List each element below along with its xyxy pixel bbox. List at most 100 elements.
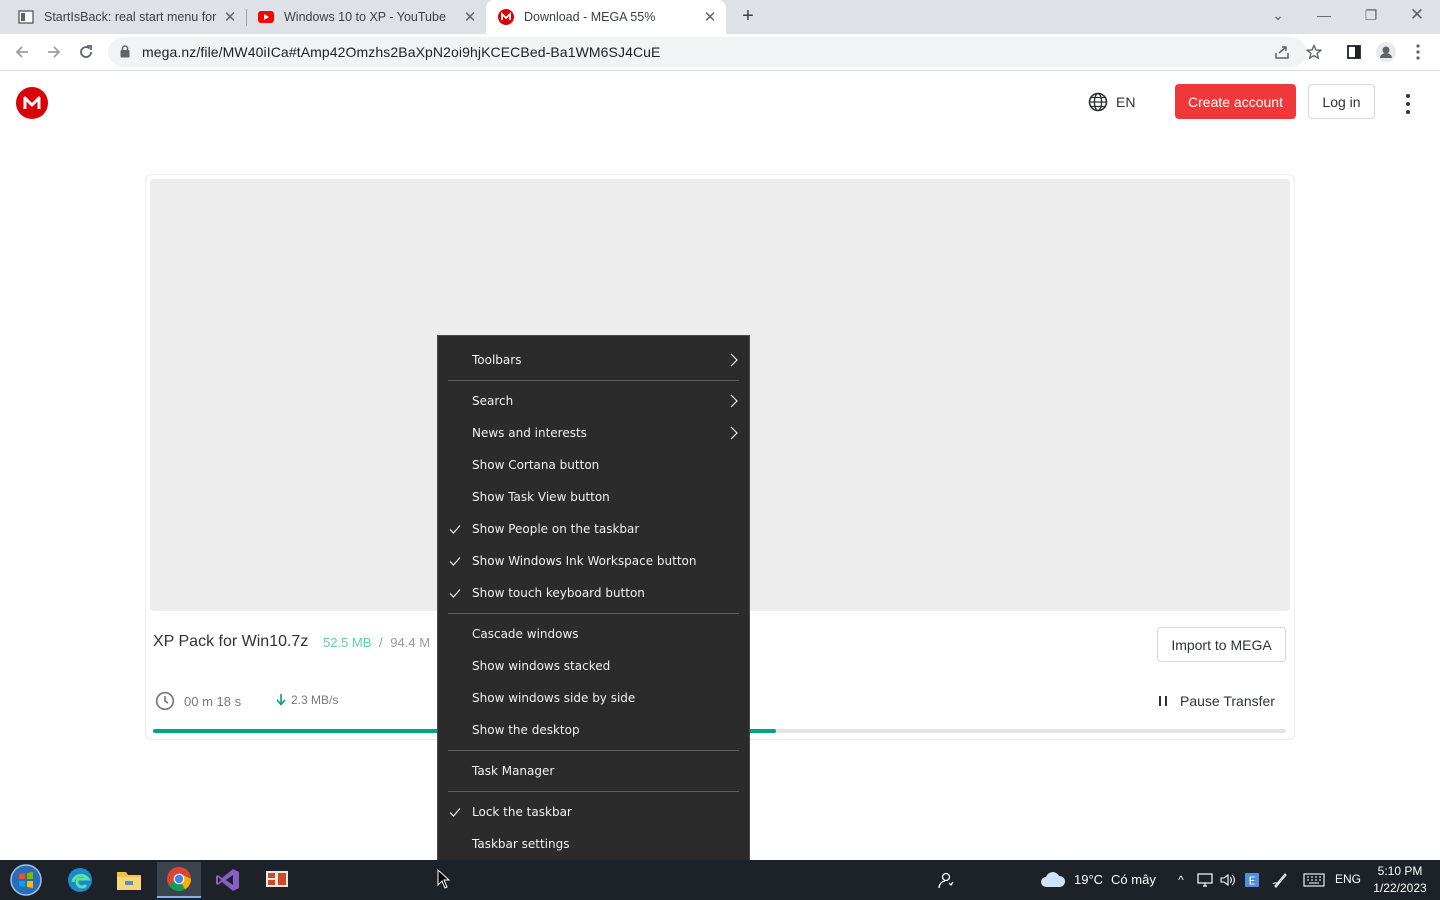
weather-condition: Có mây	[1111, 871, 1156, 887]
touch-keyboard-icon[interactable]	[1302, 872, 1326, 888]
close-window-icon[interactable]: ✕	[1394, 0, 1440, 30]
pause-transfer-button[interactable]: Pause Transfer	[1158, 693, 1275, 709]
menu-item-news-and-interests[interactable]: News and interests	[438, 417, 749, 449]
browser-tab-strip: StartIsBack: real start menu for W ✕ Win…	[0, 0, 1440, 34]
ime-icon[interactable]: E	[1243, 872, 1261, 888]
menu-separator	[448, 613, 739, 614]
lock-icon[interactable]	[120, 45, 130, 63]
new-tab-button[interactable]: +	[736, 5, 760, 29]
checkmark-icon	[449, 589, 461, 598]
more-options-icon[interactable]	[1398, 92, 1418, 116]
checkmark-icon	[449, 557, 461, 566]
menu-item-label: Toolbars	[472, 353, 522, 367]
chevron-right-icon	[730, 394, 738, 408]
login-button[interactable]: Log in	[1308, 84, 1375, 119]
app-icon[interactable]	[255, 862, 299, 898]
restore-icon[interactable]: ❐	[1348, 0, 1394, 30]
youtube-favicon	[258, 9, 274, 25]
menu-item-label: Show windows side by side	[472, 691, 636, 705]
mega-logo[interactable]	[16, 87, 48, 119]
chrome-menu-icon[interactable]	[1407, 41, 1429, 63]
menu-item-show-task-view-button[interactable]: Show Task View button	[438, 481, 749, 513]
menu-separator	[448, 791, 739, 792]
start-orb-icon[interactable]	[4, 862, 48, 898]
mega-favicon	[498, 9, 514, 25]
clock-icon	[155, 691, 175, 711]
file-size-progress: 52.5 MB / 94.4 M	[323, 635, 430, 650]
menu-item-toolbars[interactable]: Toolbars	[438, 344, 749, 376]
arrow-left-icon	[15, 46, 28, 58]
forward-button[interactable]	[41, 39, 67, 65]
downloaded-size: 52.5 MB	[323, 635, 372, 650]
tab-startisback[interactable]: StartIsBack: real start menu for W ✕	[0, 0, 246, 34]
menu-item-label: Task Manager	[472, 764, 555, 778]
globe-icon	[1088, 92, 1108, 112]
create-account-button[interactable]: Create account	[1175, 84, 1296, 119]
checkmark-icon	[449, 808, 461, 817]
menu-item-show-windows-stacked[interactable]: Show windows stacked	[438, 650, 749, 682]
edge-icon[interactable]	[58, 862, 102, 898]
language-code: EN	[1116, 94, 1136, 110]
address-bar[interactable]: mega.nz/file/MW40iICa#tAmp42Omzhs2BaXpN2…	[108, 37, 1306, 67]
checkmark-icon	[449, 525, 461, 534]
startisback-favicon	[18, 9, 34, 25]
taskbar-clock[interactable]: 5:10 PM 1/22/2023	[1366, 863, 1434, 897]
menu-item-show-windows-side-by-side[interactable]: Show windows side by side	[438, 682, 749, 714]
menu-item-label: Show windows stacked	[472, 659, 611, 673]
tab-mega[interactable]: Download - MEGA 55% ✕	[486, 0, 726, 34]
size-separator: /	[379, 635, 383, 650]
menu-item-label: Show People on the taskbar	[472, 522, 640, 536]
clock-time: 5:10 PM	[1377, 864, 1423, 878]
reload-button[interactable]	[73, 39, 99, 65]
menu-item-task-manager[interactable]: Task Manager	[438, 755, 749, 787]
bookmark-star-icon[interactable]	[1303, 41, 1325, 63]
menu-item-show-people-on-the-taskbar[interactable]: Show People on the taskbar	[438, 513, 749, 545]
menu-item-label: Taskbar settings	[472, 837, 570, 851]
chevron-right-icon	[730, 426, 738, 440]
tab-search-icon[interactable]: ⌄	[1255, 0, 1301, 30]
menu-item-lock-the-taskbar[interactable]: Lock the taskbar	[438, 796, 749, 828]
minimize-icon[interactable]: —	[1301, 0, 1347, 30]
chrome-icon[interactable]	[157, 862, 201, 898]
windows-ink-icon[interactable]	[1271, 872, 1289, 888]
menu-item-show-the-desktop[interactable]: Show the desktop	[438, 714, 749, 746]
mouse-cursor-icon	[437, 869, 451, 889]
menu-item-show-cortana-button[interactable]: Show Cortana button	[438, 449, 749, 481]
people-icon[interactable]	[935, 870, 955, 890]
close-tab-icon[interactable]: ✕	[700, 8, 720, 26]
arrow-down-icon	[276, 694, 286, 706]
menu-item-label: News and interests	[472, 426, 587, 440]
tab-title: StartIsBack: real start menu for W	[44, 10, 220, 24]
menu-item-show-windows-ink-workspace-button[interactable]: Show Windows Ink Workspace button	[438, 545, 749, 577]
show-hidden-icons-chevron-icon[interactable]: ^	[1172, 872, 1190, 888]
network-icon[interactable]	[1196, 872, 1214, 888]
language-selector[interactable]: EN	[1088, 92, 1135, 112]
menu-item-label: Show Cortana button	[472, 458, 600, 472]
volume-icon[interactable]	[1219, 872, 1237, 888]
news-and-interests-widget[interactable]: 19°C Có mây	[1040, 870, 1156, 888]
tab-youtube[interactable]: Windows 10 to XP - YouTube ✕	[240, 0, 486, 34]
time-remaining-text: 00 m 18 s	[184, 693, 242, 709]
side-panel-icon[interactable]	[1343, 41, 1365, 63]
visual-studio-icon[interactable]	[206, 862, 250, 898]
close-tab-icon[interactable]: ✕	[460, 8, 480, 26]
menu-item-label: Show touch keyboard button	[472, 586, 645, 600]
file-name: XP Pack for Win10.7z	[153, 633, 309, 650]
menu-item-search[interactable]: Search	[438, 385, 749, 417]
menu-separator	[448, 750, 739, 751]
menu-item-taskbar-settings[interactable]: Taskbar settings	[438, 828, 749, 860]
input-language-indicator[interactable]: ENG	[1335, 872, 1361, 886]
back-button[interactable]	[9, 39, 35, 65]
menu-item-label: Lock the taskbar	[472, 805, 572, 819]
pause-transfer-label: Pause Transfer	[1180, 693, 1275, 709]
menu-item-show-touch-keyboard-button[interactable]: Show touch keyboard button	[438, 577, 749, 609]
windows-taskbar: 19°C Có mây ^ E ENG 5:10 PM 1/22/2023	[0, 860, 1440, 900]
close-tab-icon[interactable]: ✕	[220, 8, 240, 26]
profile-icon[interactable]	[1375, 41, 1397, 63]
file-explorer-icon[interactable]	[107, 862, 151, 898]
cloud-icon	[1041, 872, 1066, 887]
tab-title: Download - MEGA 55%	[524, 10, 656, 24]
import-to-mega-button[interactable]: Import to MEGA	[1157, 627, 1286, 662]
share-icon[interactable]	[1271, 41, 1293, 63]
menu-item-cascade-windows[interactable]: Cascade windows	[438, 618, 749, 650]
